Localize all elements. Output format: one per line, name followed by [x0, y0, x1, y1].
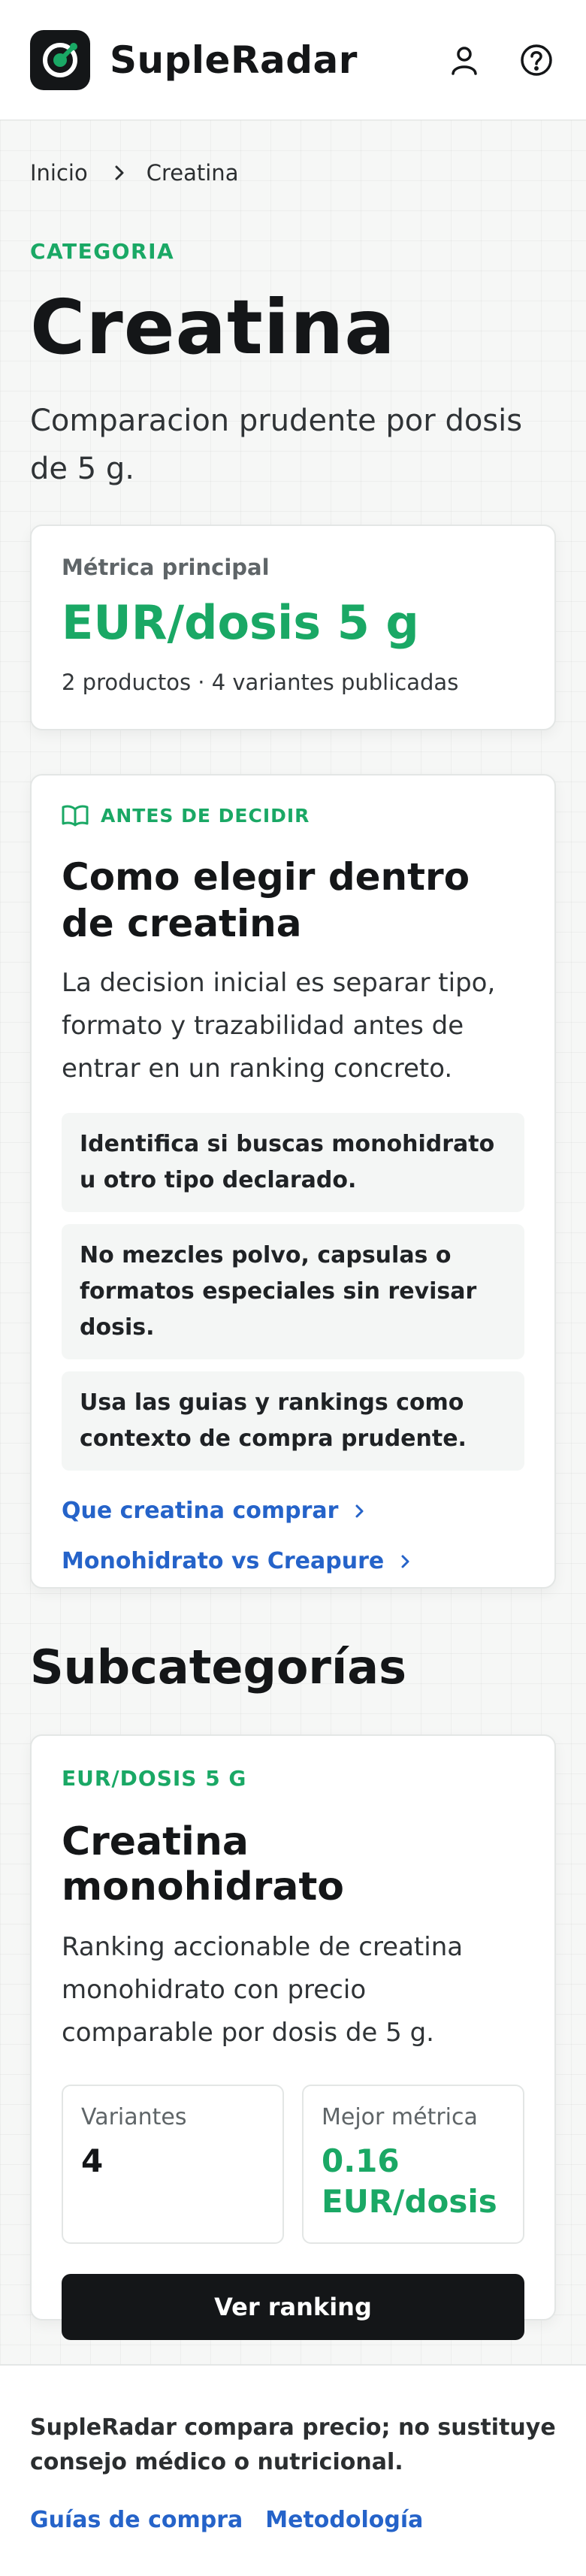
metric-label: Métrica principal: [62, 555, 270, 580]
page: SupleRadar Inicio Creatina CATEGORIA Cre…: [0, 0, 586, 2576]
tip-item: Usa las guias y rankings como contexto d…: [62, 1371, 524, 1471]
subcategory-eyebrow: EUR/DOSIS 5 G: [62, 1766, 247, 1791]
user-icon[interactable]: [445, 41, 484, 80]
header-actions: [445, 41, 556, 80]
category-lead: Comparacion prudente por dosis de 5 g.: [30, 404, 523, 486]
metric-summary: 2 productos · 4 variantes publicadas: [62, 670, 459, 695]
guide-text: La decision inicial es separar tipo, for…: [62, 968, 496, 1084]
guide-title: Como elegir dentro de creatina: [62, 855, 470, 945]
page-title: Creatina: [30, 283, 396, 371]
guide-link-label: Monohidrato vs Creapure: [62, 1548, 385, 1574]
stat-label: Variantes: [81, 2104, 187, 2130]
brand-name[interactable]: SupleRadar: [110, 38, 358, 82]
guide-eyebrow-label: ANTES DE DECIDIR: [101, 804, 310, 827]
subcategories-title: Subcategorías: [30, 1640, 406, 1695]
book-open-icon: [62, 804, 89, 827]
stat-label: Mejor métrica: [322, 2104, 478, 2130]
guide-link-que-creatina[interactable]: Que creatina comprar: [62, 1498, 524, 1524]
radar-logo-icon[interactable]: [30, 29, 90, 90]
guide-link-label: Que creatina comprar: [62, 1498, 339, 1524]
breadcrumb: Inicio Creatina: [30, 160, 238, 186]
tip-item: No mezcles polvo, capsulas o formatos es…: [62, 1224, 524, 1359]
metric-value: EUR/dosis 5 g: [62, 595, 419, 650]
footer-disclaimer: SupleRadar compara precio; no sustituye …: [30, 2414, 556, 2475]
stat-value: 0.16 EUR/dosis: [322, 2142, 497, 2220]
tip-item: Identifica si buscas monohidrato u otro …: [62, 1113, 524, 1212]
site-footer: SupleRadar compara precio; no sustituye …: [0, 2364, 586, 2576]
stat-best-metric: Mejor métrica 0.16 EUR/dosis: [302, 2085, 524, 2244]
metric-card: Métrica principal EUR/dosis 5 g 2 produc…: [30, 525, 556, 730]
guide-card: ANTES DE DECIDIR Como elegir dentro de c…: [30, 774, 556, 1589]
subcategory-stats: Variantes 4 Mejor métrica 0.16 EUR/dosis: [62, 2085, 524, 2244]
chevron-right-icon: [355, 1503, 365, 1519]
guide-eyebrow: ANTES DE DECIDIR: [62, 804, 524, 827]
guide-link-monohidrato-vs-creapure[interactable]: Monohidrato vs Creapure: [62, 1548, 524, 1574]
breadcrumb-current: Creatina: [146, 160, 239, 186]
footer-link-guias[interactable]: Guías de compra: [30, 2507, 243, 2533]
stat-variants: Variantes 4: [62, 2085, 284, 2244]
chevron-right-icon: [400, 1553, 411, 1570]
footer-link-metodologia[interactable]: Metodología: [265, 2507, 423, 2533]
breadcrumb-home[interactable]: Inicio: [30, 160, 88, 186]
category-eyebrow: CATEGORIA: [30, 239, 175, 264]
subcategory-card: EUR/DOSIS 5 G Creatina monohidrato Ranki…: [30, 1734, 556, 2340]
view-ranking-button[interactable]: Ver ranking: [62, 2274, 524, 2340]
chevron-right-icon: [113, 165, 125, 181]
subcategory-description: Ranking accionable de creatina monohidra…: [62, 1932, 464, 2048]
stat-value: 4: [81, 2142, 104, 2179]
footer-links: Guías de compra Metodología: [30, 2507, 556, 2533]
site-header: SupleRadar: [0, 0, 586, 120]
subcategory-title[interactable]: Creatina monohidrato: [62, 1819, 524, 1909]
help-icon[interactable]: [517, 41, 556, 80]
